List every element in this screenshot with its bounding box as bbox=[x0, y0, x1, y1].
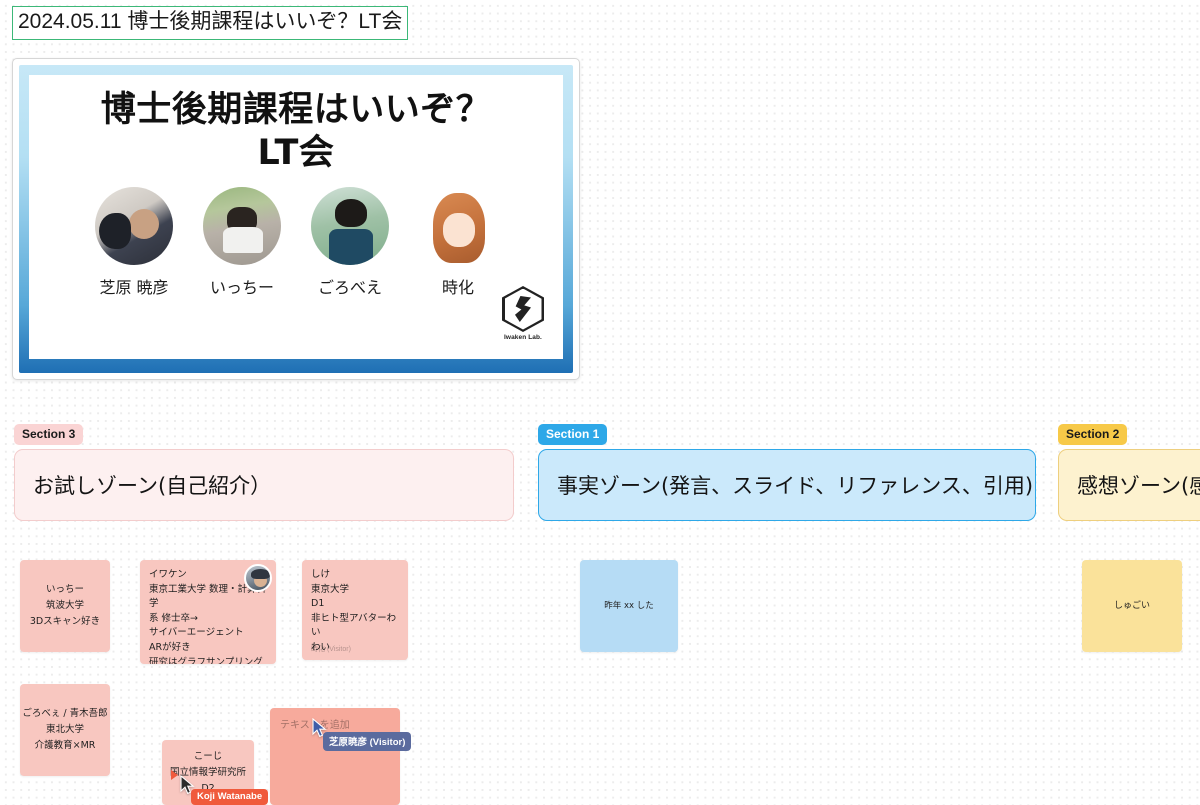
zone-section-3[interactable]: お試しゾーン(自己紹介） bbox=[14, 449, 514, 521]
koji-cursor-marker-icon bbox=[171, 770, 178, 780]
sticky-note-text: しゅごい bbox=[1113, 601, 1150, 611]
iwaken-logo-label: Iwaken Lab. bbox=[504, 334, 542, 341]
zone-section-1[interactable]: 事実ゾーン(発言、スライド、リファレンス、引用) bbox=[538, 449, 1036, 521]
photo-avatar-icchi-icon bbox=[203, 187, 281, 265]
section-tag-3[interactable]: Section 3 bbox=[14, 424, 84, 445]
speaker-name: 時化 bbox=[441, 278, 474, 297]
sticky-note-iwaken[interactable]: イワケン 東京工業大学 数理・計算科学 系 修士卒→ サイバーエージェント AR… bbox=[140, 560, 276, 664]
cursor-label: Koji Watanabe bbox=[191, 789, 269, 805]
speaker-name: いっちー bbox=[209, 278, 274, 297]
photo-avatar-gorobe-icon bbox=[311, 187, 389, 265]
iwaken-lab-logo: Iwaken Lab. bbox=[497, 286, 549, 341]
collaborator-cursor-koji: Koji Watanabe bbox=[180, 775, 269, 805]
slide-title-line1: 博士後期課程はいいぞ？ bbox=[100, 90, 492, 130]
sticky-note-text: いっちー 筑波大学 3Dスキャン好き bbox=[29, 584, 101, 627]
slide-title-line2: LT会 bbox=[257, 133, 335, 173]
slide-frame: 博士後期課程はいいぞ？ LT会 芝原 暁彦 いっちー ごろべえ 時化 Iwake… bbox=[19, 65, 573, 373]
speaker-gorobe: ごろべえ bbox=[308, 187, 392, 298]
iwaken-glyph-icon bbox=[515, 296, 531, 322]
iwaken-profile-avatar-icon bbox=[244, 564, 272, 592]
speaker-name: ごろべえ bbox=[317, 278, 382, 297]
section-tag-1[interactable]: Section 1 bbox=[538, 424, 608, 445]
collaborator-cursor-shibahara: 芝原暁彦 (Visitor) bbox=[312, 718, 412, 751]
photo-avatar-shibahara-icon bbox=[95, 187, 173, 265]
speaker-name: 芝原 暁彦 bbox=[99, 278, 169, 297]
section-tag-2[interactable]: Section 2 bbox=[1058, 424, 1128, 445]
sticky-note-sugoi[interactable]: しゅごい bbox=[1082, 560, 1182, 652]
slide-image-card[interactable]: 博士後期課程はいいぞ？ LT会 芝原 暁彦 いっちー ごろべえ 時化 Iwake… bbox=[12, 58, 580, 380]
zone-section-2[interactable]: 感想ゾーン(感 bbox=[1058, 449, 1200, 521]
sticky-note-sakunen[interactable]: 昨年 xx した bbox=[580, 560, 678, 652]
sticky-note-gorobe[interactable]: ごろべぇ / 青木吾郎 東北大学 介護教育×MR bbox=[20, 684, 110, 776]
speaker-shike: 時化 bbox=[416, 187, 500, 298]
slide-speakers-row: 芝原 暁彦 いっちー ごろべえ 時化 bbox=[92, 187, 500, 298]
sticky-note-author: 時化 (Visitor) bbox=[311, 646, 351, 653]
cursor-label: 芝原暁彦 (Visitor) bbox=[323, 732, 412, 751]
whiteboard-canvas[interactable]: 2024.05.11 博士後期課程はいいぞ？LT会 博士後期課程はいいぞ？ LT… bbox=[0, 0, 1200, 805]
speaker-shibahara: 芝原 暁彦 bbox=[92, 187, 176, 298]
illustration-avatar-shike-icon bbox=[419, 187, 497, 265]
sticky-note-icchi[interactable]: いっちー 筑波大学 3Dスキャン好き bbox=[20, 560, 110, 652]
iwaken-lab-hexagon-logo-icon bbox=[502, 286, 544, 332]
slide-content: 博士後期課程はいいぞ？ LT会 芝原 暁彦 いっちー ごろべえ 時化 Iwake… bbox=[29, 75, 563, 359]
sticky-note-shike[interactable]: しけ 東京大学 D1 非ヒト型アバターわい わい 時化 (Visitor) bbox=[302, 560, 408, 660]
sticky-note-text: ごろべぇ / 青木吾郎 東北大学 介護教育×MR bbox=[22, 708, 108, 751]
sticky-note-text: 昨年 xx した bbox=[604, 601, 654, 611]
sticky-note-placeholder: テキストを追加 bbox=[270, 708, 400, 805]
speaker-icchi: いっちー bbox=[200, 187, 284, 298]
board-title[interactable]: 2024.05.11 博士後期課程はいいぞ？LT会 bbox=[12, 6, 409, 40]
sticky-note-new-text[interactable]: テキストを追加 bbox=[270, 708, 400, 805]
